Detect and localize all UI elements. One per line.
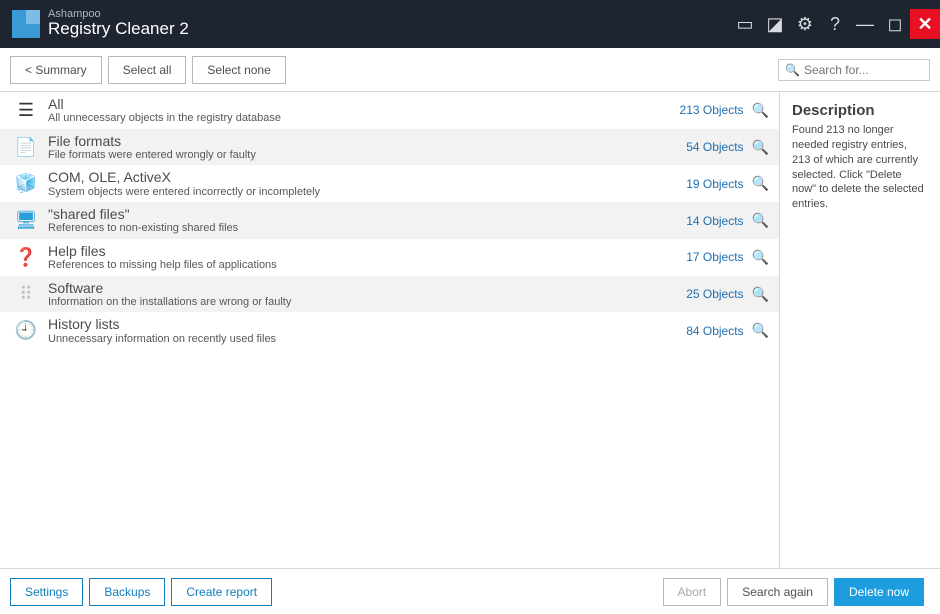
object-count: 54 Objects: [686, 140, 743, 154]
help-icon[interactable]: ?: [820, 9, 850, 39]
category-desc: References to missing help files of appl…: [48, 259, 686, 272]
category-entry: File formatsFile formats were entered wr…: [48, 133, 686, 162]
maximize-icon[interactable]: ◻: [880, 9, 910, 39]
category-row[interactable]: 📄 File formatsFile formats were entered w…: [0, 129, 779, 166]
category-title: History lists: [48, 316, 686, 332]
magnify-icon[interactable]: 🔍: [752, 286, 769, 303]
titlebar: Ashampoo Registry Cleaner 2 ▭ ◪ ⚙ ? — ◻ …: [0, 0, 940, 48]
search-box[interactable]: 🔍: [778, 59, 930, 81]
category-icon: 🧊: [12, 170, 40, 198]
category-desc: Unnecessary information on recently used…: [48, 333, 686, 346]
backups-button[interactable]: Backups: [89, 578, 165, 606]
category-title: File formats: [48, 133, 686, 149]
category-title: Software: [48, 280, 686, 296]
category-entry: SoftwareInformation on the installations…: [48, 280, 686, 309]
object-count: 14 Objects: [686, 214, 743, 228]
minimize-icon[interactable]: —: [850, 9, 880, 39]
magnify-icon[interactable]: 🔍: [752, 139, 769, 156]
object-count: 17 Objects: [686, 250, 743, 264]
category-row[interactable]: ❓ Help filesReferences to missing help fi…: [0, 239, 779, 276]
close-icon[interactable]: ✕: [910, 9, 940, 39]
category-entry: History listsUnnecessary information on …: [48, 316, 686, 345]
magnify-icon[interactable]: 🔍: [752, 102, 769, 119]
category-title: All: [48, 96, 680, 112]
product-name: Registry Cleaner 2: [48, 20, 189, 39]
app-title-block: Ashampoo Registry Cleaner 2: [48, 9, 189, 39]
settings-button[interactable]: Settings: [10, 578, 83, 606]
description-heading: Description: [792, 102, 928, 119]
toolbar: < Summary Select all Select none 🔍: [0, 48, 940, 92]
category-title: "shared files": [48, 206, 686, 222]
content-area: ☰ AllAll unnecessary objects in the regis…: [0, 92, 940, 568]
category-icon: 📄: [12, 133, 40, 161]
category-row[interactable]: 🖥 "shared files"References to non-existin…: [0, 202, 779, 239]
search-icon: 🔍: [785, 63, 800, 77]
abort-button[interactable]: Abort: [663, 578, 722, 606]
category-icon: 🕘: [12, 317, 40, 345]
category-icon: ☰: [12, 96, 40, 124]
object-count: 25 Objects: [686, 287, 743, 301]
magnify-icon[interactable]: 🔍: [752, 322, 769, 339]
delete-now-button[interactable]: Delete now: [834, 578, 924, 606]
category-row[interactable]: ☰ AllAll unnecessary objects in the regis…: [0, 92, 779, 129]
notifications-icon[interactable]: ▭: [730, 9, 760, 39]
category-row[interactable]: 🧊 COM, OLE, ActiveXSystem objects were en…: [0, 165, 779, 202]
category-row[interactable]: 🕘 History listsUnnecessary information on…: [0, 312, 779, 349]
live-tile-icon[interactable]: ◪: [760, 9, 790, 39]
category-entry: COM, OLE, ActiveXSystem objects were ent…: [48, 169, 686, 198]
category-title: COM, OLE, ActiveX: [48, 169, 686, 185]
settings-gear-icon[interactable]: ⚙: [790, 9, 820, 39]
category-entry: "shared files"References to non-existing…: [48, 206, 686, 235]
object-count: 19 Objects: [686, 177, 743, 191]
magnify-icon[interactable]: 🔍: [752, 249, 769, 266]
magnify-icon[interactable]: 🔍: [752, 175, 769, 192]
category-icon: 🖥: [12, 207, 40, 235]
category-row[interactable]: ⠿ SoftwareInformation on the installation…: [0, 276, 779, 313]
object-count: 84 Objects: [686, 324, 743, 338]
category-entry: AllAll unnecessary objects in the regist…: [48, 96, 680, 125]
select-none-button[interactable]: Select none: [192, 56, 285, 84]
description-text: Found 213 no longer needed registry entr…: [792, 123, 928, 212]
category-title: Help files: [48, 243, 686, 259]
app-logo-icon: [12, 10, 40, 38]
create-report-button[interactable]: Create report: [171, 578, 272, 606]
select-all-button[interactable]: Select all: [108, 56, 187, 84]
category-icon: ❓: [12, 243, 40, 271]
category-list: ☰ AllAll unnecessary objects in the regis…: [0, 92, 780, 568]
search-again-button[interactable]: Search again: [727, 578, 828, 606]
category-icon: ⠿: [12, 280, 40, 308]
description-panel: Description Found 213 no longer needed r…: [780, 92, 940, 568]
category-desc: File formats were entered wrongly or fau…: [48, 149, 686, 162]
category-desc: Information on the installations are wro…: [48, 296, 686, 309]
magnify-icon[interactable]: 🔍: [752, 212, 769, 229]
footer-bar: Settings Backups Create report Abort Sea…: [0, 568, 940, 614]
category-desc: All unnecessary objects in the registry …: [48, 112, 680, 125]
category-entry: Help filesReferences to missing help fil…: [48, 243, 686, 272]
summary-button[interactable]: < Summary: [10, 56, 102, 84]
category-desc: References to non-existing shared files: [48, 222, 686, 235]
object-count: 213 Objects: [680, 103, 744, 117]
category-desc: System objects were entered incorrectly …: [48, 186, 686, 199]
search-input[interactable]: [804, 63, 923, 77]
